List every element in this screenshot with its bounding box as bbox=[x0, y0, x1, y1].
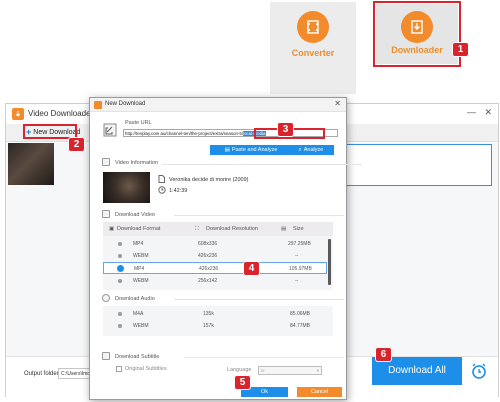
resolution-cell: 426x236 bbox=[198, 253, 218, 259]
step-badge-2: 2 bbox=[68, 137, 85, 152]
video-info-thumbnail bbox=[103, 172, 150, 203]
video-format-row[interactable]: MP4 608x336 297.25MB bbox=[103, 238, 327, 250]
output-folder-label: Output folder: bbox=[24, 371, 61, 377]
video-format-row[interactable]: WEBM 426x236 -- bbox=[103, 250, 327, 262]
converter-label: Converter bbox=[291, 48, 335, 58]
download-video-label: Download Video bbox=[115, 212, 155, 218]
divider bbox=[174, 299, 344, 300]
resolution-column-icon: ⛶ bbox=[195, 226, 199, 232]
language-label: Language bbox=[227, 367, 252, 373]
clock-icon bbox=[158, 186, 166, 194]
paste-and-analyze-label: Paste and Analyze bbox=[231, 147, 278, 153]
format-cell: MP4 bbox=[133, 241, 144, 247]
divider bbox=[162, 164, 362, 165]
resolution-cell: 426x236 bbox=[199, 266, 219, 272]
dialog-title: New Download bbox=[105, 101, 146, 107]
film-icon bbox=[102, 210, 110, 218]
video-table-scrollbar[interactable] bbox=[328, 239, 331, 285]
step-badge-5: 5 bbox=[234, 375, 251, 390]
close-icon[interactable]: ✕ bbox=[484, 107, 492, 118]
radio-button[interactable] bbox=[118, 312, 122, 316]
radio-button[interactable] bbox=[118, 324, 122, 328]
language-value: ie bbox=[261, 368, 265, 373]
bitrate-cell: 135k bbox=[203, 311, 214, 317]
video-duration: 1:42:39 bbox=[169, 188, 188, 194]
app-logo-icon bbox=[12, 108, 24, 120]
bitrate-cell: 157k bbox=[203, 323, 214, 329]
radio-button[interactable] bbox=[118, 242, 122, 246]
audio-format-row[interactable]: WEBM 157k 84.77MB bbox=[103, 320, 327, 332]
alarm-clock-icon[interactable] bbox=[470, 362, 488, 380]
paste-and-analyze-button[interactable]: ▤ Paste and Analyze bbox=[210, 145, 292, 155]
subtitle-icon bbox=[102, 352, 110, 360]
size-cell: 105.97MB bbox=[289, 266, 312, 272]
film-convert-icon bbox=[297, 11, 329, 43]
original-subtitles-label: Original Subtitles bbox=[125, 366, 167, 372]
format-column-icon: ▣ bbox=[109, 226, 115, 232]
audio-format-table: M4A 135k 85.06MB WEBM 157k 84.77MB bbox=[103, 306, 333, 336]
format-cell: WEBM bbox=[133, 278, 149, 284]
analyze-label: Analyze bbox=[303, 147, 324, 153]
step-badge-3: 3 bbox=[277, 122, 294, 137]
video-table-header: ▣ Download Format ⛶ Download Resolution … bbox=[103, 222, 333, 236]
highlight-downloader bbox=[373, 1, 461, 67]
dialog-logo-icon bbox=[94, 101, 102, 109]
audio-icon bbox=[102, 294, 110, 302]
video-format-row[interactable]: WEBM 256x142 -- bbox=[103, 275, 327, 287]
format-cell: MP4 bbox=[134, 266, 145, 272]
size-cell: 85.06MB bbox=[290, 311, 311, 317]
step-badge-1: 1 bbox=[452, 42, 469, 57]
converter-tile[interactable]: Converter bbox=[270, 2, 356, 94]
size-cell: -- bbox=[295, 253, 299, 259]
radio-button[interactable] bbox=[118, 254, 122, 258]
new-download-dialog: New Download ✕ Paste URL http://tenplay.… bbox=[89, 97, 362, 400]
resolution-cell: 256x142 bbox=[198, 278, 218, 284]
video-information-label: Video Information bbox=[115, 160, 159, 166]
resolution-column-header: Download Resolution bbox=[206, 226, 258, 232]
step-badge-6: 6 bbox=[375, 347, 392, 362]
format-cell: WEBM bbox=[133, 323, 149, 329]
resolution-cell: 608x336 bbox=[198, 241, 218, 247]
dialog-title-bar: New Download ✕ bbox=[90, 98, 346, 112]
size-cell: 297.25MB bbox=[288, 241, 311, 247]
divider bbox=[184, 357, 344, 358]
format-cell: WEBM bbox=[133, 253, 149, 259]
size-cell: 84.77MB bbox=[290, 323, 311, 329]
original-subtitles-checkbox[interactable] bbox=[116, 366, 122, 372]
window-title: Video Downloader bbox=[28, 109, 94, 118]
link-icon bbox=[103, 123, 117, 137]
file-icon bbox=[158, 175, 165, 183]
size-column-header: Size bbox=[293, 226, 304, 232]
chevron-down-icon: ▾ bbox=[316, 368, 319, 373]
info-icon bbox=[102, 158, 110, 166]
language-select[interactable]: ie ▾ bbox=[258, 366, 322, 375]
step-badge-4: 4 bbox=[243, 261, 260, 276]
video-format-row-selected[interactable]: MP4 426x236 105.97MB bbox=[103, 262, 327, 274]
analyze-button[interactable]: ⌕ Analyze bbox=[288, 145, 334, 155]
video-format-table: ▣ Download Format ⛶ Download Resolution … bbox=[103, 222, 333, 290]
radio-button[interactable] bbox=[118, 279, 122, 283]
video-title: Veronika decide di morire (2009) bbox=[169, 177, 249, 183]
download-subtitle-label: Download Subtitle bbox=[115, 354, 160, 360]
url-text: http://tenplay.com.au/channel-ten/the-pr… bbox=[125, 131, 244, 136]
search-icon: ⌕ bbox=[298, 146, 302, 153]
video-thumbnail bbox=[8, 143, 54, 185]
size-cell: -- bbox=[295, 278, 299, 284]
minimize-icon[interactable]: — bbox=[467, 107, 476, 117]
format-column-header: Download Format bbox=[117, 226, 161, 232]
format-cell: M4A bbox=[133, 311, 144, 317]
paste-url-label: Paste URL bbox=[125, 120, 152, 126]
divider bbox=[174, 215, 344, 216]
dialog-close-icon[interactable]: ✕ bbox=[334, 99, 341, 108]
download-item-row[interactable] bbox=[340, 144, 492, 186]
paste-icon: ▤ bbox=[224, 147, 230, 153]
cancel-button[interactable]: Cancel bbox=[297, 387, 342, 397]
radio-selected-icon[interactable] bbox=[117, 265, 124, 272]
size-column-icon: ▤ bbox=[281, 226, 287, 232]
audio-format-row[interactable]: M4A 135k 85.06MB bbox=[103, 308, 327, 320]
download-audio-label: Download Audio bbox=[115, 296, 155, 302]
